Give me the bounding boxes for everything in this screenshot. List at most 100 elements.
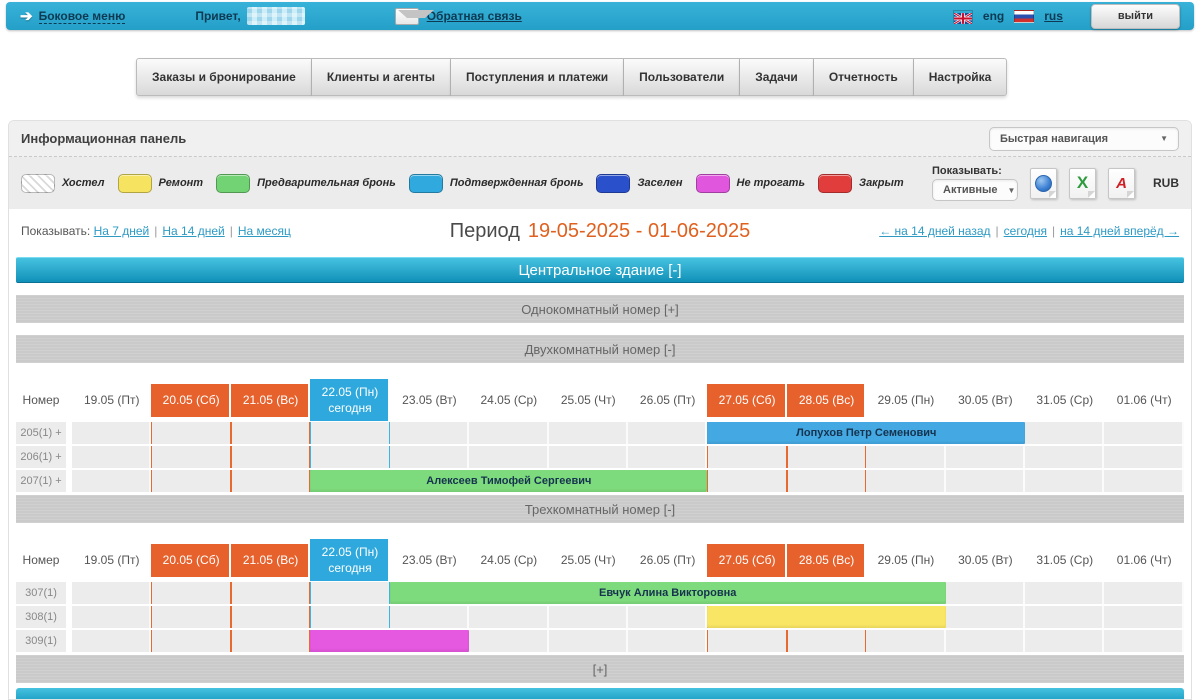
day-cell[interactable] [390, 422, 469, 444]
room-type-band[interactable]: Трехкомнатный номер [-] [16, 495, 1184, 523]
day-cell[interactable] [310, 422, 389, 444]
day-cell[interactable] [151, 630, 230, 652]
uk-flag-icon[interactable] [953, 10, 973, 23]
room-label[interactable]: 206(1) + [16, 446, 66, 468]
day-cell[interactable] [866, 470, 945, 492]
day-cell[interactable] [1104, 606, 1183, 628]
day-cell[interactable] [707, 630, 786, 652]
day-cell[interactable] [72, 582, 151, 604]
day-cell[interactable] [1025, 470, 1104, 492]
room-type-band[interactable]: [+] [16, 655, 1184, 683]
day-cell[interactable] [628, 630, 707, 652]
day-cell[interactable] [787, 630, 866, 652]
day-cell[interactable] [549, 630, 628, 652]
day-cell[interactable] [1025, 606, 1104, 628]
day-cell[interactable] [72, 470, 151, 492]
booking-bar[interactable] [707, 606, 945, 628]
day-cell[interactable] [1104, 582, 1183, 604]
nav-tab[interactable]: Поступления и платежи [451, 58, 624, 96]
lang-eng[interactable]: eng [983, 9, 1004, 23]
room-label[interactable]: 309(1) [16, 630, 66, 652]
day-cell[interactable] [549, 606, 628, 628]
range-link[interactable]: На месяц [238, 224, 291, 238]
next-building-band[interactable] [16, 688, 1184, 700]
booking-bar[interactable] [310, 630, 469, 652]
day-cell[interactable] [310, 606, 389, 628]
day-cell[interactable] [231, 422, 310, 444]
day-cell[interactable] [151, 470, 230, 492]
day-cell[interactable] [469, 606, 548, 628]
day-cell[interactable] [946, 630, 1025, 652]
day-cell[interactable] [1104, 470, 1183, 492]
web-export-icon[interactable] [1030, 168, 1057, 199]
quick-nav-select[interactable]: Быстрая навигация [989, 127, 1179, 151]
day-cell[interactable] [231, 606, 310, 628]
day-cell[interactable] [151, 446, 230, 468]
feedback-link[interactable]: Обратная связь [427, 9, 522, 23]
booking-bar[interactable]: Евчук Алина Викторовна [390, 582, 946, 604]
day-cell[interactable] [390, 606, 469, 628]
day-cell[interactable] [866, 630, 945, 652]
nav-tab[interactable]: Клиенты и агенты [312, 58, 451, 96]
logout-button[interactable]: выйти [1091, 4, 1180, 29]
day-cell[interactable] [310, 582, 389, 604]
day-cell[interactable] [707, 446, 786, 468]
period-nav-link[interactable]: на 14 дней вперёд → [1060, 224, 1179, 238]
booking-bar[interactable]: Лопухов Петр Семенович [707, 422, 1025, 444]
day-cell[interactable] [1025, 446, 1104, 468]
day-cell[interactable] [469, 422, 548, 444]
day-cell[interactable] [390, 446, 469, 468]
day-cell[interactable] [946, 470, 1025, 492]
side-menu-link[interactable]: Боковое меню [39, 9, 126, 24]
day-cell[interactable] [1025, 582, 1104, 604]
nav-tab[interactable]: Отчетность [814, 58, 914, 96]
day-cell[interactable] [151, 606, 230, 628]
range-link[interactable]: На 14 дней [162, 224, 224, 238]
status-filter-select[interactable]: Активные [932, 179, 1018, 201]
nav-tab[interactable]: Задачи [740, 58, 814, 96]
day-cell[interactable] [231, 446, 310, 468]
day-cell[interactable] [1104, 446, 1183, 468]
day-cell[interactable] [72, 422, 151, 444]
day-cell[interactable] [469, 630, 548, 652]
day-cell[interactable] [231, 582, 310, 604]
day-cell[interactable] [151, 582, 230, 604]
day-cell[interactable] [628, 606, 707, 628]
nav-tab[interactable]: Пользователи [624, 58, 740, 96]
day-cell[interactable] [866, 446, 945, 468]
room-label[interactable]: 308(1) [16, 606, 66, 628]
room-type-band[interactable]: Однокомнатный номер [+] [16, 295, 1184, 323]
day-cell[interactable] [549, 446, 628, 468]
room-label[interactable]: 205(1) + [16, 422, 66, 444]
day-cell[interactable] [72, 606, 151, 628]
nav-tab[interactable]: Настройка [914, 58, 1008, 96]
building-header[interactable]: Центральное здание [-] [16, 257, 1184, 283]
day-cell[interactable] [707, 470, 786, 492]
room-label[interactable]: 207(1) + [16, 470, 66, 492]
day-cell[interactable] [72, 630, 151, 652]
day-cell[interactable] [549, 422, 628, 444]
lang-rus[interactable]: rus [1044, 9, 1063, 23]
room-label[interactable]: 307(1) [16, 582, 66, 604]
booking-bar[interactable]: Алексеев Тимофей Сергеевич [310, 470, 707, 492]
nav-tab[interactable]: Заказы и бронирование [136, 58, 312, 96]
ru-flag-icon[interactable] [1014, 10, 1034, 23]
day-cell[interactable] [151, 422, 230, 444]
day-cell[interactable] [946, 582, 1025, 604]
day-cell[interactable] [1025, 630, 1104, 652]
day-cell[interactable] [787, 446, 866, 468]
day-cell[interactable] [310, 446, 389, 468]
range-link[interactable]: На 7 дней [94, 224, 150, 238]
excel-export-icon[interactable]: X [1069, 168, 1096, 199]
period-nav-link[interactable]: ← на 14 дней назад [879, 224, 990, 238]
day-cell[interactable] [946, 606, 1025, 628]
day-cell[interactable] [469, 446, 548, 468]
pdf-export-icon[interactable]: A [1108, 168, 1135, 199]
day-cell[interactable] [628, 446, 707, 468]
day-cell[interactable] [787, 470, 866, 492]
day-cell[interactable] [72, 446, 151, 468]
room-type-band[interactable]: Двухкомнатный номер [-] [16, 335, 1184, 363]
period-nav-link[interactable]: сегодня [1004, 224, 1047, 238]
day-cell[interactable] [231, 470, 310, 492]
day-cell[interactable] [231, 630, 310, 652]
